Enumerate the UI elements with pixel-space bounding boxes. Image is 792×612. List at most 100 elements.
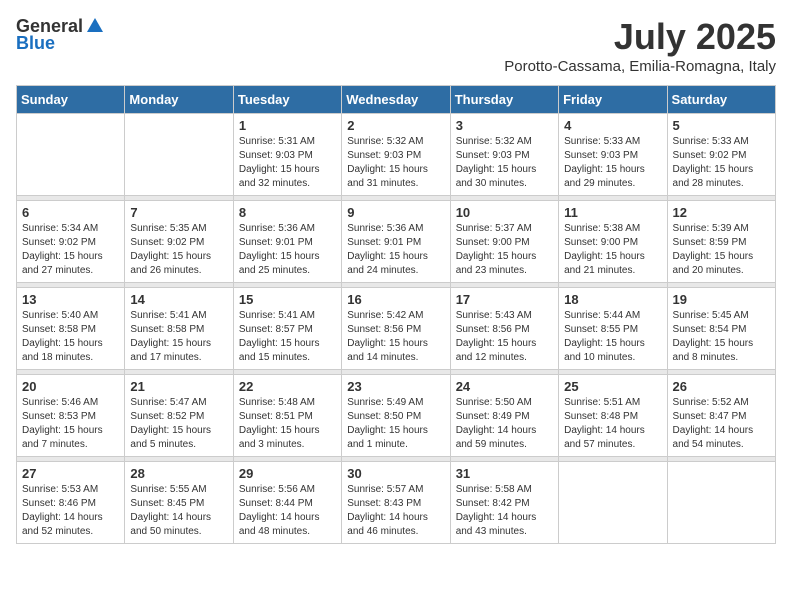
calendar-cell: 1 Sunrise: 5:31 AMSunset: 9:03 PMDaylight… [233, 114, 341, 196]
day-info: Sunrise: 5:31 AMSunset: 9:03 PMDaylight:… [239, 135, 336, 191]
day-number: 6 [22, 205, 119, 220]
day-info: Sunrise: 5:34 AMSunset: 9:02 PMDaylight:… [22, 222, 119, 278]
day-info: Sunrise: 5:52 AMSunset: 8:47 PMDaylight:… [673, 396, 770, 452]
day-info: Sunrise: 5:51 AMSunset: 8:48 PMDaylight:… [564, 396, 661, 452]
day-info: Sunrise: 5:49 AMSunset: 8:50 PMDaylight:… [347, 396, 444, 452]
calendar-cell: 2 Sunrise: 5:32 AMSunset: 9:03 PMDaylight… [342, 114, 450, 196]
day-number: 12 [673, 205, 770, 220]
calendar-cell: 12 Sunrise: 5:39 AMSunset: 8:59 PMDayligh… [667, 201, 775, 283]
day-number: 4 [564, 118, 661, 133]
title-area: July 2025 Porotto-Cassama, Emilia-Romagn… [504, 16, 776, 75]
day-info: Sunrise: 5:45 AMSunset: 8:54 PMDaylight:… [673, 309, 770, 365]
calendar-cell: 4 Sunrise: 5:33 AMSunset: 9:03 PMDaylight… [559, 114, 667, 196]
calendar-cell: 28Sunrise: 5:55 AMSunset: 8:45 PMDayligh… [125, 462, 233, 544]
day-number: 7 [130, 205, 227, 220]
day-info: Sunrise: 5:50 AMSunset: 8:49 PMDaylight:… [456, 396, 553, 452]
calendar-cell: 30Sunrise: 5:57 AMSunset: 8:43 PMDayligh… [342, 462, 450, 544]
calendar-cell: 22 Sunrise: 5:48 AMSunset: 8:51 PMDayligh… [233, 375, 341, 457]
day-number: 19 [673, 292, 770, 307]
day-info: Sunrise: 5:36 AMSunset: 9:01 PMDaylight:… [239, 222, 336, 278]
day-number: 25 [564, 379, 661, 394]
calendar-cell: 24 Sunrise: 5:50 AMSunset: 8:49 PMDayligh… [450, 375, 558, 457]
calendar-cell: 26Sunrise: 5:52 AMSunset: 8:47 PMDayligh… [667, 375, 775, 457]
day-info: Sunrise: 5:46 AMSunset: 8:53 PMDaylight:… [22, 396, 119, 452]
calendar: SundayMondayTuesdayWednesdayThursdayFrid… [16, 85, 776, 544]
day-number: 14 [130, 292, 227, 307]
calendar-week-row: 27Sunrise: 5:53 AMSunset: 8:46 PMDayligh… [17, 462, 776, 544]
calendar-cell: 18Sunrise: 5:44 AMSunset: 8:55 PMDayligh… [559, 288, 667, 370]
day-info: Sunrise: 5:48 AMSunset: 8:51 PMDaylight:… [239, 396, 336, 452]
day-info: Sunrise: 5:32 AMSunset: 9:03 PMDaylight:… [347, 135, 444, 191]
day-info: Sunrise: 5:39 AMSunset: 8:59 PMDaylight:… [673, 222, 770, 278]
calendar-cell [125, 114, 233, 196]
day-info: Sunrise: 5:35 AMSunset: 9:02 PMDaylight:… [130, 222, 227, 278]
day-info: Sunrise: 5:38 AMSunset: 9:00 PMDaylight:… [564, 222, 661, 278]
day-info: Sunrise: 5:56 AMSunset: 8:44 PMDaylight:… [239, 483, 336, 539]
day-info: Sunrise: 5:58 AMSunset: 8:42 PMDaylight:… [456, 483, 553, 539]
day-number: 5 [673, 118, 770, 133]
calendar-week-row: 20 Sunrise: 5:46 AMSunset: 8:53 PMDayligh… [17, 375, 776, 457]
weekday-header-sunday: Sunday [17, 86, 125, 114]
day-number: 20 [22, 379, 119, 394]
day-info: Sunrise: 5:47 AMSunset: 8:52 PMDaylight:… [130, 396, 227, 452]
calendar-cell: 8 Sunrise: 5:36 AMSunset: 9:01 PMDaylight… [233, 201, 341, 283]
calendar-cell [667, 462, 775, 544]
calendar-week-row: 1 Sunrise: 5:31 AMSunset: 9:03 PMDaylight… [17, 114, 776, 196]
day-info: Sunrise: 5:37 AMSunset: 9:00 PMDaylight:… [456, 222, 553, 278]
day-number: 10 [456, 205, 553, 220]
day-info: Sunrise: 5:41 AMSunset: 8:57 PMDaylight:… [239, 309, 336, 365]
calendar-cell: 16Sunrise: 5:42 AMSunset: 8:56 PMDayligh… [342, 288, 450, 370]
calendar-cell: 31 Sunrise: 5:58 AMSunset: 8:42 PMDayligh… [450, 462, 558, 544]
day-number: 22 [239, 379, 336, 394]
calendar-cell [559, 462, 667, 544]
day-number: 8 [239, 205, 336, 220]
day-number: 13 [22, 292, 119, 307]
day-number: 24 [456, 379, 553, 394]
day-number: 17 [456, 292, 553, 307]
calendar-cell: 6 Sunrise: 5:34 AMSunset: 9:02 PMDaylight… [17, 201, 125, 283]
calendar-cell: 17Sunrise: 5:43 AMSunset: 8:56 PMDayligh… [450, 288, 558, 370]
weekday-header-friday: Friday [559, 86, 667, 114]
calendar-cell: 3Sunrise: 5:32 AMSunset: 9:03 PMDaylight… [450, 114, 558, 196]
calendar-cell: 14 Sunrise: 5:41 AMSunset: 8:58 PMDayligh… [125, 288, 233, 370]
calendar-cell: 10 Sunrise: 5:37 AMSunset: 9:00 PMDayligh… [450, 201, 558, 283]
calendar-cell: 15 Sunrise: 5:41 AMSunset: 8:57 PMDayligh… [233, 288, 341, 370]
calendar-cell: 23 Sunrise: 5:49 AMSunset: 8:50 PMDayligh… [342, 375, 450, 457]
calendar-cell: 19 Sunrise: 5:45 AMSunset: 8:54 PMDayligh… [667, 288, 775, 370]
day-number: 28 [130, 466, 227, 481]
day-number: 31 [456, 466, 553, 481]
calendar-cell: 29Sunrise: 5:56 AMSunset: 8:44 PMDayligh… [233, 462, 341, 544]
calendar-cell: 25 Sunrise: 5:51 AMSunset: 8:48 PMDayligh… [559, 375, 667, 457]
day-info: Sunrise: 5:36 AMSunset: 9:01 PMDaylight:… [347, 222, 444, 278]
day-number: 30 [347, 466, 444, 481]
calendar-cell: 5 Sunrise: 5:33 AMSunset: 9:02 PMDaylight… [667, 114, 775, 196]
day-number: 1 [239, 118, 336, 133]
day-info: Sunrise: 5:41 AMSunset: 8:58 PMDaylight:… [130, 309, 227, 365]
weekday-header-tuesday: Tuesday [233, 86, 341, 114]
calendar-cell: 20 Sunrise: 5:46 AMSunset: 8:53 PMDayligh… [17, 375, 125, 457]
day-number: 15 [239, 292, 336, 307]
calendar-cell: 13Sunrise: 5:40 AMSunset: 8:58 PMDayligh… [17, 288, 125, 370]
weekday-header-thursday: Thursday [450, 86, 558, 114]
header: General Blue July 2025 Porotto-Cassama, … [16, 16, 776, 75]
day-info: Sunrise: 5:33 AMSunset: 9:03 PMDaylight:… [564, 135, 661, 191]
calendar-cell [17, 114, 125, 196]
logo-blue-text: Blue [16, 33, 55, 54]
location: Porotto-Cassama, Emilia-Romagna, Italy [504, 58, 776, 75]
logo-icon [85, 16, 105, 36]
day-info: Sunrise: 5:44 AMSunset: 8:55 PMDaylight:… [564, 309, 661, 365]
day-info: Sunrise: 5:53 AMSunset: 8:46 PMDaylight:… [22, 483, 119, 539]
calendar-cell: 9 Sunrise: 5:36 AMSunset: 9:01 PMDaylight… [342, 201, 450, 283]
day-number: 2 [347, 118, 444, 133]
calendar-week-row: 13Sunrise: 5:40 AMSunset: 8:58 PMDayligh… [17, 288, 776, 370]
weekday-header-wednesday: Wednesday [342, 86, 450, 114]
weekday-header-saturday: Saturday [667, 86, 775, 114]
calendar-week-row: 6 Sunrise: 5:34 AMSunset: 9:02 PMDaylight… [17, 201, 776, 283]
day-number: 23 [347, 379, 444, 394]
logo: General Blue [16, 16, 105, 54]
calendar-cell: 7 Sunrise: 5:35 AMSunset: 9:02 PMDaylight… [125, 201, 233, 283]
calendar-cell: 27Sunrise: 5:53 AMSunset: 8:46 PMDayligh… [17, 462, 125, 544]
day-info: Sunrise: 5:33 AMSunset: 9:02 PMDaylight:… [673, 135, 770, 191]
day-number: 9 [347, 205, 444, 220]
day-info: Sunrise: 5:32 AMSunset: 9:03 PMDaylight:… [456, 135, 553, 191]
